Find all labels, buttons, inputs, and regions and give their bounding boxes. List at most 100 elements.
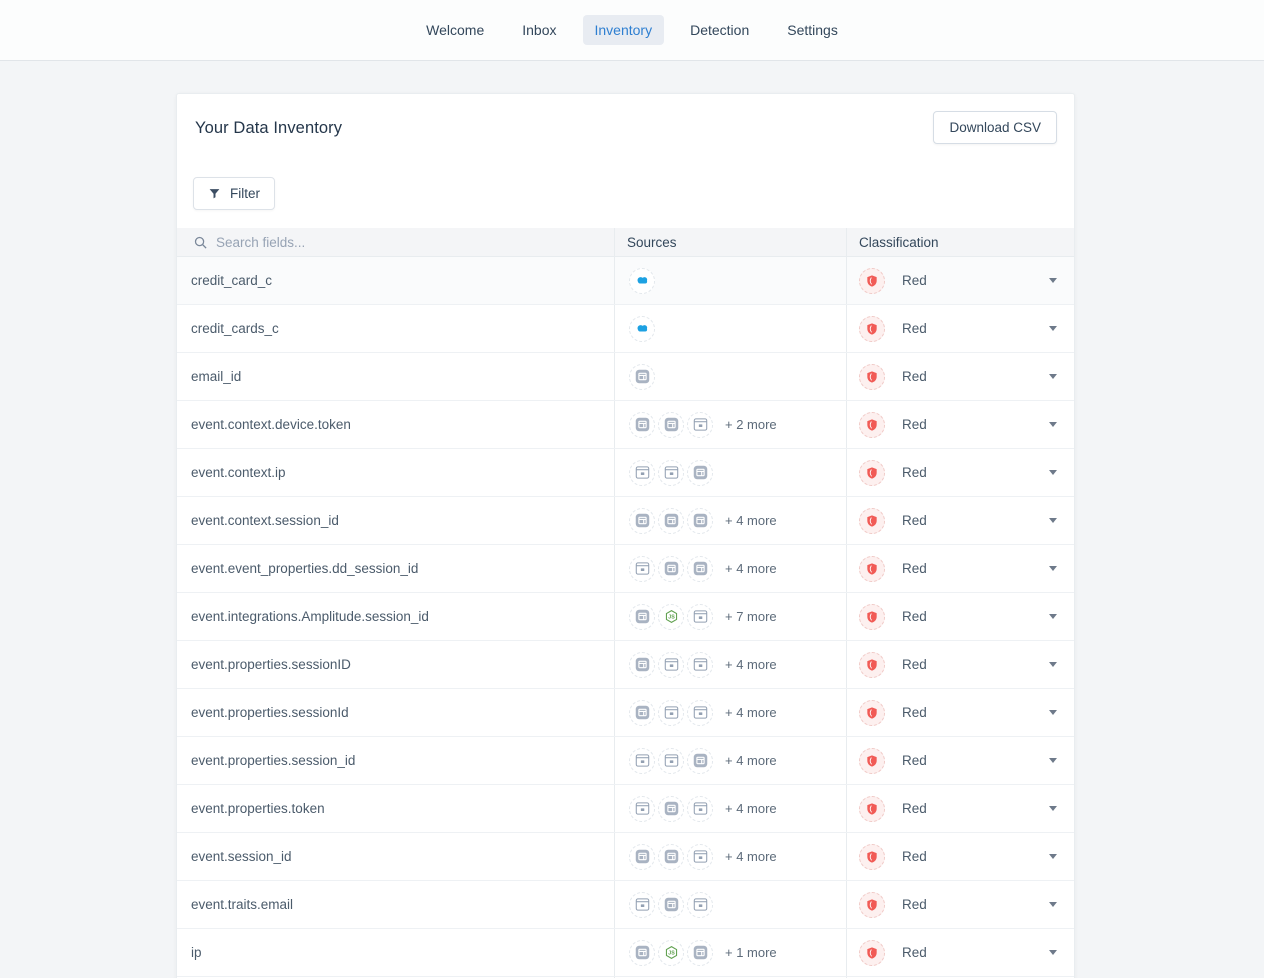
field-name: event.properties.sessionId (177, 689, 614, 736)
more-sources-label: + 4 more (725, 849, 777, 864)
classification-label: Red (902, 321, 927, 336)
app-window-icon (687, 508, 713, 534)
nav-item-inventory[interactable]: Inventory (583, 15, 665, 45)
classification-cell: Red (846, 929, 1076, 976)
table-row[interactable]: event.properties.sessionId + 4 more Red (177, 689, 1074, 737)
search-input[interactable] (216, 235, 556, 250)
chevron-down-icon (1049, 902, 1057, 907)
table-row[interactable]: credit_card_c Red (177, 257, 1074, 305)
classification-cell: Red (846, 305, 1076, 352)
app-window-icon (658, 556, 684, 582)
classification-select[interactable]: Red (859, 689, 1076, 736)
app-screen: Welcome Inbox Inventory Detection Settin… (0, 0, 1264, 978)
app-window-icon (658, 892, 684, 918)
classification-label: Red (902, 801, 927, 816)
classification-select[interactable]: Red (859, 257, 1076, 304)
classification-select[interactable]: Red (859, 785, 1076, 832)
table-row[interactable]: event.properties.sessionID + 4 more Red (177, 641, 1074, 689)
table-row[interactable]: event.context.ip Red (177, 449, 1074, 497)
chevron-down-icon (1049, 710, 1057, 715)
card-header: Your Data Inventory Download CSV (177, 94, 1074, 138)
field-name: event.context.ip (177, 449, 614, 496)
classification-select[interactable]: Red (859, 929, 1076, 976)
more-sources-label: + 4 more (725, 801, 777, 816)
filter-button[interactable]: Filter (193, 177, 275, 210)
table-row[interactable]: event.event_properties.dd_session_id + 4… (177, 545, 1074, 593)
classification-label: Red (902, 705, 927, 720)
chevron-down-icon (1049, 518, 1057, 523)
classification-label: Red (902, 273, 927, 288)
table-row[interactable]: event.properties.session_id + 4 more Red (177, 737, 1074, 785)
app-window-icon (629, 364, 655, 390)
classification-select[interactable]: Red (859, 833, 1076, 880)
nodejs-icon: JS (658, 604, 684, 630)
nodejs-icon: JS (658, 940, 684, 966)
field-name: credit_card_c (177, 257, 614, 304)
sources-cell: JS + 1 more (614, 929, 846, 976)
chevron-down-icon (1049, 854, 1057, 859)
nav-item-inbox[interactable]: Inbox (510, 15, 568, 45)
more-sources-label: + 1 more (725, 945, 777, 960)
table-row[interactable]: event.traits.email Red (177, 881, 1074, 929)
inventory-card: Your Data Inventory Download CSV Filter … (176, 93, 1075, 978)
classification-select[interactable]: Red (859, 305, 1076, 352)
classification-select[interactable]: Red (859, 401, 1076, 448)
app-window-icon (629, 700, 655, 726)
table-row[interactable]: email_id Red (177, 353, 1074, 401)
classification-select[interactable]: Red (859, 737, 1076, 784)
sources-cell: + 4 more (614, 497, 846, 544)
classification-select[interactable]: Red (859, 593, 1076, 640)
field-name: event.context.device.token (177, 401, 614, 448)
sources-cell (614, 257, 846, 304)
app-window-icon (629, 652, 655, 678)
app-window-icon (687, 940, 713, 966)
classification-cell: Red (846, 497, 1076, 544)
chevron-down-icon (1049, 758, 1057, 763)
chevron-down-icon (1049, 326, 1057, 331)
classification-label: Red (902, 561, 927, 576)
classification-select[interactable]: Red (859, 641, 1076, 688)
browser-window-icon (629, 460, 655, 486)
field-name: credit_cards_c (177, 305, 614, 352)
sources-cell: + 4 more (614, 737, 846, 784)
classification-label: Red (902, 465, 927, 480)
chevron-down-icon (1049, 614, 1057, 619)
shield-icon (859, 604, 885, 630)
classification-select[interactable]: Red (859, 497, 1076, 544)
classification-select[interactable]: Red (859, 449, 1076, 496)
table-row[interactable]: event.context.device.token + 2 more Red (177, 401, 1074, 449)
page-title: Your Data Inventory (195, 119, 1056, 138)
classification-label: Red (902, 753, 927, 768)
classification-cell: Red (846, 257, 1076, 304)
chevron-down-icon (1049, 422, 1057, 427)
field-name: event.properties.session_id (177, 737, 614, 784)
nav-item-settings[interactable]: Settings (775, 15, 850, 45)
chevron-down-icon (1049, 662, 1057, 667)
classification-cell: Red (846, 449, 1076, 496)
browser-window-icon (629, 796, 655, 822)
sources-cell (614, 353, 846, 400)
field-name: event.properties.sessionID (177, 641, 614, 688)
more-sources-label: + 4 more (725, 705, 777, 720)
nav-item-welcome[interactable]: Welcome (414, 15, 496, 45)
field-name: event.session_id (177, 833, 614, 880)
classification-select[interactable]: Red (859, 353, 1076, 400)
table-row[interactable]: credit_cards_c Red (177, 305, 1074, 353)
table-row[interactable]: ip JS + 1 more Red (177, 929, 1074, 977)
download-csv-button[interactable]: Download CSV (933, 111, 1057, 144)
classification-label: Red (902, 369, 927, 384)
browser-window-icon (629, 748, 655, 774)
browser-window-icon (658, 748, 684, 774)
classification-select[interactable]: Red (859, 881, 1076, 928)
classification-label: Red (902, 513, 927, 528)
table-row[interactable]: event.properties.token + 4 more Red (177, 785, 1074, 833)
table-row[interactable]: event.session_id + 4 more Red (177, 833, 1074, 881)
app-window-icon (687, 748, 713, 774)
table-row[interactable]: event.context.session_id + 4 more Red (177, 497, 1074, 545)
nav-item-detection[interactable]: Detection (678, 15, 761, 45)
app-window-icon (629, 604, 655, 630)
sources-cell: + 4 more (614, 641, 846, 688)
table-row[interactable]: event.integrations.Amplitude.session_id … (177, 593, 1074, 641)
classification-select[interactable]: Red (859, 545, 1076, 592)
shield-icon (859, 844, 885, 870)
